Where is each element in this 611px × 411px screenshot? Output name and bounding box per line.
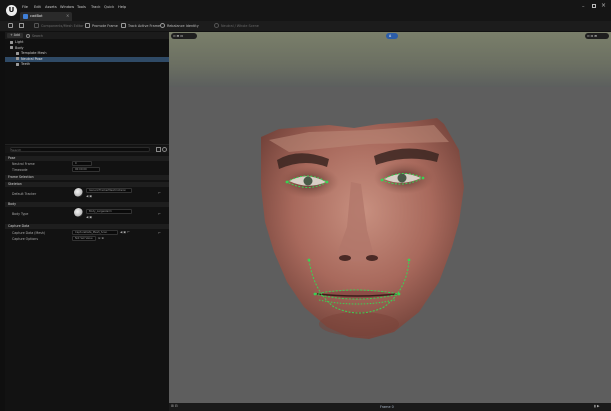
capture-data-label: Capture Data (Mesh)	[12, 231, 46, 235]
viewport-menu-icons[interactable]: ⊙ ⊞ ⊡	[173, 34, 183, 38]
capture-options-icons[interactable]: ⊖ ⊕	[98, 236, 104, 240]
rebalance-icon[interactable]	[160, 23, 165, 28]
title-bar	[0, 0, 611, 21]
grid-view-icon[interactable]	[156, 147, 161, 152]
capture-data-dropdown[interactable]: CaptureData_Mesh_Scan	[72, 230, 118, 235]
light-icon	[10, 40, 13, 44]
close-window-icon[interactable]: ×	[601, 2, 606, 9]
menu-file[interactable]: File	[22, 5, 28, 9]
face-scan-render	[169, 32, 611, 403]
settings-icon[interactable]	[162, 147, 167, 152]
frame-label: Frame 0	[380, 404, 394, 409]
reset-tracker-icon[interactable]: ↶	[158, 191, 161, 195]
tracker-thumbnail-icon	[74, 188, 83, 197]
details-search-input[interactable]	[10, 147, 150, 152]
menu-assets[interactable]: Assets	[45, 5, 57, 9]
promote-frame-button[interactable]: Promote Frame	[92, 23, 118, 30]
tree-item-teeth[interactable]: Teeth	[5, 62, 169, 68]
unreal-logo-icon[interactable]: U	[6, 5, 17, 16]
camera-icons[interactable]: ⊙ ⊡ ⊞	[587, 34, 597, 38]
search-icon	[26, 33, 30, 38]
outliner-search-input[interactable]	[32, 33, 142, 38]
promote-frame-icon[interactable]	[85, 23, 90, 28]
pose-icon	[16, 57, 19, 60]
capture-options-field[interactable]: Not Set Value	[72, 236, 96, 241]
body-type-dropdown[interactable]: Body_LargeAlarm	[86, 209, 132, 214]
tree-item-label: Neutral Pose	[21, 56, 43, 61]
viewport[interactable]	[169, 32, 611, 403]
reset-capture-icon[interactable]: ↶	[158, 231, 161, 235]
save-icon[interactable]	[8, 23, 13, 28]
timecode-label: Timecode	[12, 168, 28, 172]
teeth-icon	[16, 62, 19, 66]
neutral-frame-field[interactable]: 0	[72, 161, 92, 166]
menu-window[interactable]: Window	[60, 5, 74, 9]
timecode-field[interactable]: 00:00:00	[72, 167, 100, 172]
section-frame-selection[interactable]: Frame Selection	[5, 175, 169, 180]
tab-title: cadBot	[30, 14, 43, 18]
view-mode-toggle[interactable]	[386, 33, 398, 39]
view-mode-badge: A	[389, 34, 392, 38]
browse-icon[interactable]	[19, 23, 24, 28]
tree-item-label: Teeth	[21, 62, 31, 66]
timeline-controls-icon[interactable]: ⊞ ⊟	[171, 404, 178, 408]
components-icon[interactable]	[34, 23, 39, 28]
body-thumbnail-icon	[74, 208, 83, 217]
neutral-frame-label: Neutral Frame	[12, 162, 35, 166]
body-type-label: Body Type	[12, 212, 29, 216]
track-icon[interactable]	[121, 23, 126, 28]
tree-item-label: Light	[15, 40, 24, 44]
section-capture-data[interactable]: Capture Data	[5, 224, 169, 229]
section-skeleton[interactable]: Skeleton	[5, 182, 169, 187]
menu-tools[interactable]: Tools	[77, 5, 86, 9]
minimize-icon[interactable]: –	[582, 4, 585, 10]
menu-help[interactable]: Help	[118, 5, 126, 9]
capture-browse-icon[interactable]: ◀ ▣ ↶	[120, 230, 130, 234]
reset-body-icon[interactable]: ↶	[158, 212, 161, 216]
components-dropdown[interactable]: Components/Mesh Editor	[41, 23, 84, 30]
timeline-right-icons[interactable]: ▮ ▶	[594, 404, 600, 408]
menu-track[interactable]: Track	[91, 5, 100, 9]
folder-icon	[10, 46, 13, 49]
tracker-asset-dropdown[interactable]: GenericTrackerMeshCollision	[86, 188, 132, 193]
menu-edit[interactable]: Edit	[34, 5, 41, 9]
section-body[interactable]: Body	[5, 202, 169, 207]
track-active-frame-button[interactable]: Track Active Frame	[128, 23, 160, 30]
browse-body-icon[interactable]: ◀ ▣	[86, 215, 92, 219]
neutral-icon[interactable]	[214, 23, 219, 28]
neutral-scene-button[interactable]: Neutral / Whole Scene	[221, 23, 259, 30]
asset-icon	[23, 13, 28, 19]
close-tab-icon[interactable]: ×	[66, 13, 69, 18]
add-button[interactable]: + Add	[7, 33, 23, 38]
mesh-icon	[16, 51, 19, 55]
tree-item-label: Body	[15, 45, 24, 50]
rebalance-identity-button[interactable]: Rebalance Identity	[167, 23, 199, 30]
maximize-icon[interactable]	[592, 4, 596, 8]
capture-options-label: Capture Options	[12, 237, 38, 241]
menu-quick[interactable]: Quick	[104, 5, 114, 9]
browse-asset-icon[interactable]: ◀ ▣	[86, 194, 92, 198]
default-tracker-label: Default Tracker	[12, 192, 37, 196]
tree-item-label: Template Mesh	[21, 51, 47, 55]
